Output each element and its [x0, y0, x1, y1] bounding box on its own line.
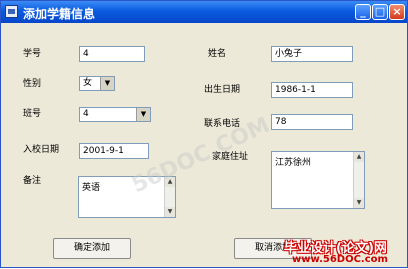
address-scrollbar[interactable]: ▲ ▼ — [353, 152, 364, 208]
birth-date-label: 出生日期 — [204, 85, 241, 95]
gender-select[interactable]: 女 ▼ — [79, 76, 115, 91]
student-id-field[interactable]: 4 — [79, 46, 145, 62]
address-value: 江苏徐州 — [275, 158, 312, 168]
scroll-up-icon[interactable]: ▲ — [354, 152, 364, 162]
class-no-label: 班号 — [23, 109, 42, 119]
corner-logo: 毕业设计(论文)网 www.56DOC.com — [284, 237, 408, 269]
gender-label: 性别 — [23, 79, 42, 89]
enroll-date-label: 入校日期 — [23, 145, 60, 155]
minimize-button[interactable]: _ — [355, 4, 371, 20]
remarks-value: 英语 — [82, 183, 101, 193]
chevron-down-icon[interactable]: ▼ — [100, 77, 114, 90]
close-button[interactable]: × — [389, 4, 405, 20]
name-field[interactable]: 小兔子 — [271, 46, 353, 62]
class-no-value: 4 — [83, 109, 89, 119]
scroll-down-icon[interactable]: ▼ — [165, 207, 175, 217]
scroll-down-icon[interactable]: ▼ — [354, 198, 364, 208]
corner-logo-url: www.56DOC.com — [292, 254, 388, 265]
window-title: 添加学籍信息 — [23, 7, 96, 21]
add-student-window: 添加学籍信息 _ □ × 学号 4 性别 女 ▼ 班号 4 ▼ 入校日期 200… — [0, 0, 408, 268]
name-label: 姓名 — [208, 49, 227, 59]
address-textarea[interactable]: 江苏徐州 ▲ ▼ — [271, 151, 365, 209]
confirm-add-button[interactable]: 确定添加 — [53, 238, 131, 259]
maximize-button[interactable]: □ — [372, 4, 388, 20]
title-bar[interactable]: 添加学籍信息 _ □ × — [1, 1, 407, 23]
remarks-label: 备注 — [23, 176, 42, 186]
chevron-down-icon[interactable]: ▼ — [136, 108, 150, 121]
app-icon — [5, 5, 18, 18]
birth-date-field[interactable]: 1986-1-1 — [271, 82, 353, 98]
gender-value: 女 — [83, 78, 93, 88]
student-id-label: 学号 — [23, 49, 42, 59]
enroll-date-field[interactable]: 2001-9-1 — [79, 143, 149, 159]
class-no-select[interactable]: 4 ▼ — [79, 107, 151, 122]
